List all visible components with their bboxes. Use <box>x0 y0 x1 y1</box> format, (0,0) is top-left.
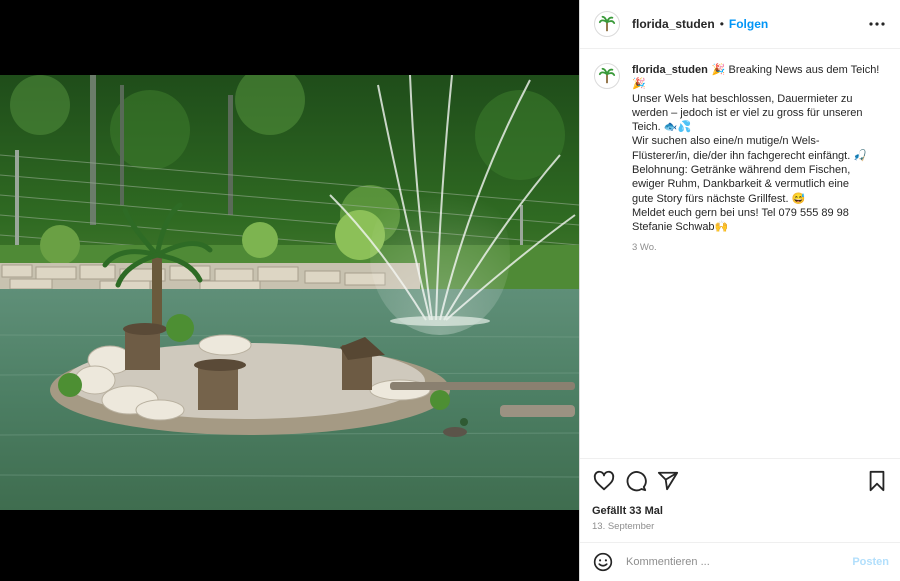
profile-avatar[interactable] <box>594 11 620 37</box>
pond-photo-illustration <box>0 75 579 510</box>
media-panel <box>0 0 579 581</box>
action-icons <box>592 469 889 493</box>
comment-bar: Posten <box>580 542 900 581</box>
post-caption: florida_studen 🎉 Breaking News aus dem Te… <box>580 49 900 255</box>
more-horizontal-icon[interactable] <box>866 13 888 35</box>
comment-icon[interactable] <box>624 469 648 493</box>
caption-line: Unser Wels hat beschlossen, Dauermieter … <box>632 92 853 105</box>
caption-line: Flüsterer/in, die/der ihn fachgerecht ei… <box>632 149 868 162</box>
separator-dot: • <box>719 17 724 31</box>
header-username[interactable]: florida_studen <box>632 17 715 31</box>
caption-line: florida_studen 🎉 Breaking News aus dem Te… <box>632 63 882 77</box>
caption-avatar[interactable] <box>594 63 620 89</box>
follow-button[interactable]: Folgen <box>729 17 768 31</box>
heart-icon[interactable] <box>592 469 616 493</box>
post-comment-button[interactable]: Posten <box>852 556 889 568</box>
post-photo[interactable] <box>0 75 579 510</box>
share-icon[interactable] <box>656 469 680 493</box>
caption-line: Stefanie Schwab🙌 <box>632 221 729 234</box>
bookmark-icon[interactable] <box>865 469 889 493</box>
like-count[interactable]: Gefällt 33 Mal <box>592 505 889 517</box>
palm-tree-icon <box>598 15 616 32</box>
caption-line: gute Story fürs nächste Grillfest. 😅 <box>632 192 806 205</box>
caption-username[interactable]: florida_studen <box>632 64 708 76</box>
caption-line: Meldet euch gern bei uns! Tel 079 555 89… <box>632 206 849 219</box>
emoji-icon[interactable] <box>592 551 614 573</box>
post-date: 13. September <box>592 521 655 532</box>
comment-input[interactable] <box>626 556 853 568</box>
palm-tree-icon <box>598 67 616 84</box>
post-actions: Gefällt 33 Mal 13. September <box>580 458 900 532</box>
post-header: florida_studen • Folgen <box>580 0 900 49</box>
caption-line: Wir suchen also eine/n mutige/n Wels- <box>632 135 820 148</box>
caption-text: florida_studen 🎉 Breaking News aus dem Te… <box>632 63 882 255</box>
post-side-panel: florida_studen • Folgen florida_studen 🎉 … <box>579 0 900 581</box>
caption-line: Belohnung: Getränke während dem Fischen, <box>632 164 851 177</box>
caption-line-text: 🎉 Breaking News aus dem Teich! <box>711 64 880 76</box>
caption-line: 🎉 <box>632 78 646 91</box>
caption-line: werden – jedoch ist er viel zu gross für… <box>632 106 863 119</box>
caption-age[interactable]: 3 Wo. <box>632 241 882 255</box>
caption-line: Teich. 🐟💦 <box>632 121 692 134</box>
caption-line: ewiger Ruhm, Dankbarkeit & vermutlich ei… <box>632 178 850 191</box>
instagram-post-modal: florida_studen • Folgen florida_studen 🎉 … <box>0 0 900 581</box>
